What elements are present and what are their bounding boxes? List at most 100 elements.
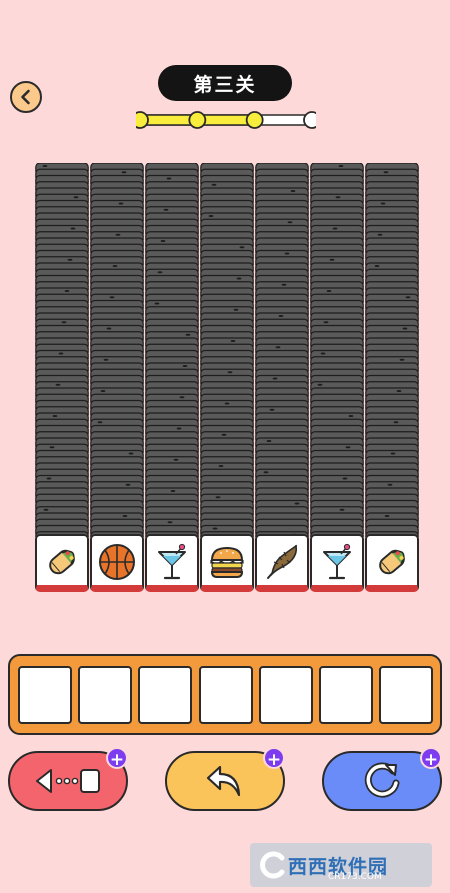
chevron-left-icon xyxy=(21,89,30,105)
card-back-speck xyxy=(287,221,293,224)
card-back-speck xyxy=(115,233,121,236)
card-back-speck xyxy=(387,483,393,486)
watermark-subtext: CR173.COM xyxy=(328,872,382,882)
card-back-speck xyxy=(383,171,389,174)
tray-slot xyxy=(18,666,72,724)
shuffle-button[interactable]: + xyxy=(322,747,442,811)
card-back-speck xyxy=(42,165,48,167)
card-back-speck xyxy=(166,177,172,180)
card-board xyxy=(35,163,421,595)
undo-icon xyxy=(206,765,241,797)
card-back-speck xyxy=(374,265,380,267)
card-back-speck xyxy=(342,477,348,480)
card-back-speck xyxy=(294,502,300,505)
card-stack xyxy=(310,163,364,537)
card-back-speck xyxy=(275,346,281,349)
hamburger-icon xyxy=(210,546,244,578)
card-back-speck xyxy=(46,477,52,480)
card-back-speck xyxy=(390,452,396,455)
logo-c-icon xyxy=(260,851,285,879)
progress-node-complete xyxy=(245,111,264,129)
move-out-icon xyxy=(36,769,100,793)
card-back-speck xyxy=(212,527,218,530)
card-back-speck xyxy=(393,421,399,424)
cocktail-icon xyxy=(323,543,351,579)
shuffle-plus-badge[interactable]: + xyxy=(420,747,442,770)
card-back-speck xyxy=(263,471,269,474)
card-back-speck xyxy=(121,171,127,174)
progress-node-incomplete xyxy=(303,111,316,129)
card-back-speck xyxy=(221,433,227,436)
card-back-speck xyxy=(278,315,284,317)
card-tray xyxy=(8,654,442,735)
card-back-speck xyxy=(97,421,103,424)
face-card-cocktail[interactable] xyxy=(145,534,199,592)
card-back-speck xyxy=(339,508,345,511)
face-card-burrito[interactable] xyxy=(365,534,419,592)
progress-node-complete xyxy=(188,111,207,129)
card-back-speck xyxy=(348,415,354,417)
tray-slot xyxy=(78,666,132,724)
card-column-1 xyxy=(35,163,89,595)
card-back-speck xyxy=(269,408,275,411)
card-back-speck xyxy=(67,258,73,261)
card-back-speck xyxy=(402,327,408,330)
card-back-speck xyxy=(224,402,230,405)
card-back-speck xyxy=(218,465,224,467)
card-back-speck xyxy=(173,458,179,461)
move-out-button[interactable]: + xyxy=(8,747,128,811)
card-back-speck xyxy=(157,271,163,274)
card-back-speck xyxy=(227,371,233,374)
card-stack xyxy=(90,163,144,537)
card-back-speck xyxy=(61,321,67,324)
card-back-speck xyxy=(55,383,61,386)
card-back-speck xyxy=(208,215,214,217)
card-back-speck xyxy=(154,302,160,305)
card-stack xyxy=(365,163,419,537)
face-card-hamburger[interactable] xyxy=(200,534,254,592)
card-back-speck xyxy=(58,352,64,355)
card-back-speck xyxy=(230,340,236,342)
card-back-speck xyxy=(64,290,70,292)
card-back-speck xyxy=(176,427,182,430)
card-back-speck xyxy=(272,377,278,380)
burrito-icon xyxy=(49,549,75,574)
card-back-speck xyxy=(160,240,166,242)
move-out-plus-badge[interactable]: + xyxy=(106,747,128,770)
card-back-speck xyxy=(163,208,169,211)
card-back-speck xyxy=(182,365,188,367)
card-back-speck xyxy=(332,227,338,230)
card-back-speck xyxy=(170,490,176,492)
card-back-speck xyxy=(128,452,134,455)
undo-plus-badge[interactable]: + xyxy=(263,747,285,770)
face-card-cocktail[interactable] xyxy=(310,534,364,592)
card-back-speck xyxy=(112,265,118,267)
card-back-speck xyxy=(185,333,191,336)
level-title-text: 第三关 xyxy=(193,73,257,96)
tray-slot xyxy=(199,666,253,724)
card-back-speck xyxy=(320,352,326,355)
face-card-basketball[interactable] xyxy=(90,534,144,592)
tray-slot xyxy=(379,666,433,724)
undo-button[interactable]: + xyxy=(165,747,285,811)
card-back-speck xyxy=(109,296,115,299)
card-back-speck xyxy=(215,496,221,499)
card-back-speck xyxy=(233,308,239,311)
burrito-icon xyxy=(379,549,405,574)
card-back-speck xyxy=(290,190,296,192)
face-card-burrito[interactable] xyxy=(35,534,89,592)
card-back-speck xyxy=(266,440,272,442)
card-back-speck xyxy=(338,165,344,167)
card-back-speck xyxy=(100,390,106,392)
card-back-speck xyxy=(323,321,329,324)
face-card-feather[interactable] xyxy=(255,534,309,592)
card-back-speck xyxy=(236,277,242,280)
card-back-speck xyxy=(317,383,323,386)
back-button[interactable] xyxy=(10,81,42,113)
card-back-speck xyxy=(405,296,411,299)
card-back-speck xyxy=(179,396,185,399)
basketball-icon xyxy=(99,543,135,580)
card-column-2 xyxy=(90,163,144,595)
card-back-speck xyxy=(118,202,124,205)
shuffle-icon xyxy=(364,762,400,798)
